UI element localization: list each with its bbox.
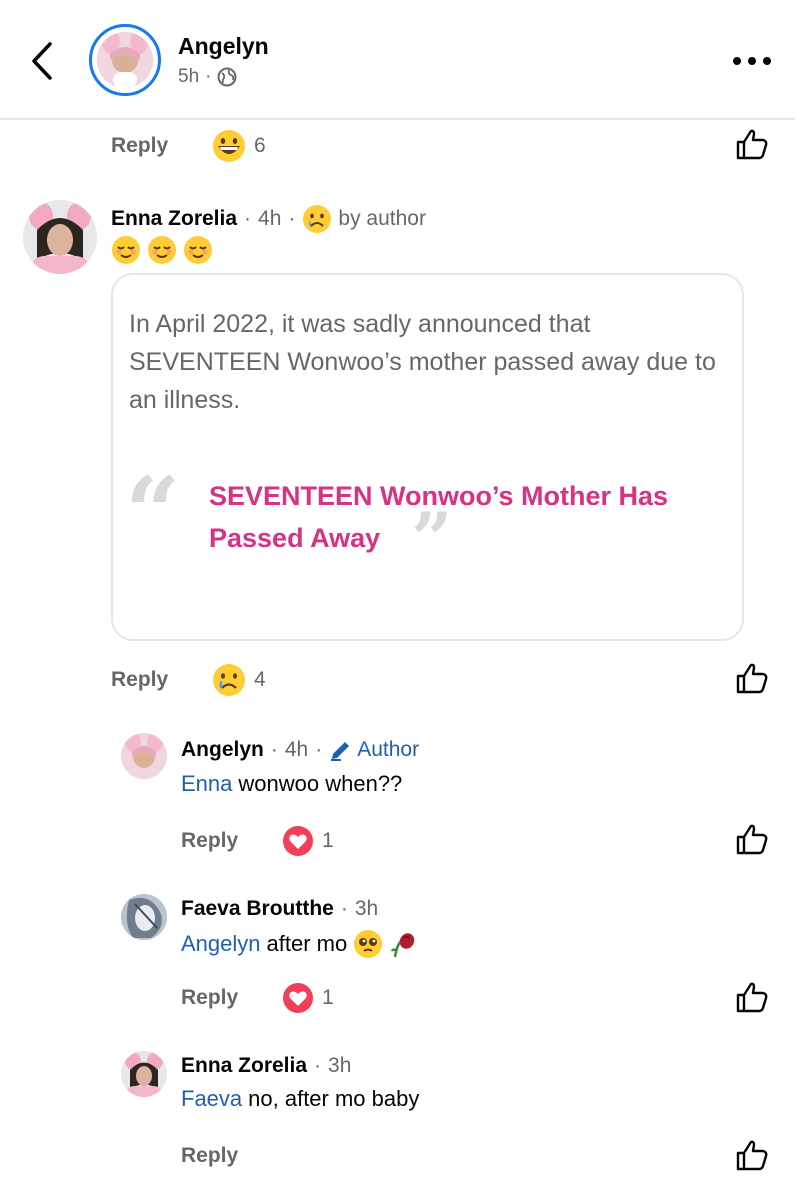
post-time: 5h bbox=[178, 66, 200, 87]
reply-button[interactable]: Reply bbox=[181, 1144, 238, 1168]
thumbs-up-icon bbox=[736, 1140, 768, 1171]
like-button[interactable] bbox=[735, 980, 769, 1014]
comment-time[interactable]: 3h bbox=[355, 897, 378, 921]
comment-header: Enna Zorelia · 3h bbox=[181, 1054, 352, 1078]
commenter-name[interactable]: Faeva Broutthe bbox=[181, 897, 334, 921]
post-meta: 5h · bbox=[178, 66, 237, 88]
reply-button[interactable]: Reply bbox=[111, 134, 168, 158]
mention-link[interactable]: Angelyn bbox=[181, 931, 261, 957]
commenter-name[interactable]: Angelyn bbox=[181, 738, 264, 762]
wilted-rose-icon bbox=[391, 933, 415, 958]
link-title: SEVENTEEN Wonwoo’s Mother Has Passed Awa… bbox=[209, 481, 669, 553]
like-button[interactable] bbox=[735, 822, 769, 856]
thumbs-up-icon bbox=[736, 129, 768, 160]
commenter-avatar[interactable] bbox=[23, 200, 97, 274]
commenter-avatar[interactable] bbox=[121, 894, 167, 940]
sad-face-icon bbox=[303, 205, 332, 233]
close-quote-icon: ” bbox=[411, 496, 453, 581]
open-quote-icon: “ bbox=[125, 456, 181, 569]
comment-text: Faeva no, after mo baby bbox=[181, 1086, 419, 1112]
grin-emoji-icon bbox=[213, 130, 245, 162]
reply-button[interactable]: Reply bbox=[181, 829, 238, 853]
reply-button[interactable]: Reply bbox=[111, 668, 168, 692]
reaction-count: 1 bbox=[322, 829, 334, 852]
like-button[interactable] bbox=[735, 127, 769, 161]
story-ring[interactable] bbox=[89, 24, 161, 96]
thumbs-up-icon bbox=[736, 824, 768, 855]
reply-button[interactable]: Reply bbox=[181, 986, 238, 1010]
reaction-summary[interactable]: 1 bbox=[282, 825, 334, 857]
comment-time[interactable]: 4h bbox=[285, 738, 308, 762]
reaction-summary[interactable]: 1 bbox=[282, 982, 334, 1014]
author-badge-label: Author bbox=[357, 738, 420, 761]
reaction-summary[interactable]: 6 bbox=[212, 129, 266, 163]
comment-header: Enna Zorelia · 4h · by author bbox=[111, 204, 426, 234]
relieved-emoji-icon bbox=[148, 236, 176, 264]
reaction-count: 6 bbox=[254, 134, 266, 157]
mention-link[interactable]: Enna bbox=[181, 771, 232, 797]
post-author-name[interactable]: Angelyn bbox=[178, 33, 269, 60]
meta-separator: · bbox=[205, 66, 212, 87]
comment-body: wonwoo when?? bbox=[238, 771, 403, 796]
relieved-emoji-icon bbox=[112, 236, 140, 264]
pleading-face-icon bbox=[354, 930, 383, 958]
author-badge: Author bbox=[329, 738, 419, 762]
thumbs-up-icon bbox=[736, 663, 768, 694]
love-reaction-icon bbox=[283, 826, 313, 856]
comment-body: no, after mo baby bbox=[248, 1086, 420, 1111]
reaction-summary[interactable]: 4 bbox=[212, 663, 266, 697]
commenter-name[interactable]: Enna Zorelia bbox=[111, 207, 237, 231]
comment-time[interactable]: 3h bbox=[328, 1054, 351, 1078]
comment-header: Angelyn · 4h · Author bbox=[181, 738, 420, 762]
comment-body: after mo bbox=[266, 931, 348, 956]
chevron-left-icon bbox=[32, 42, 52, 80]
link-description: In April 2022, it was sadly announced th… bbox=[129, 310, 716, 414]
mention-link[interactable]: Faeva bbox=[181, 1086, 242, 1112]
comment-text: Enna wonwoo when?? bbox=[181, 771, 402, 797]
link-preview-card[interactable]: In April 2022, it was sadly announced th… bbox=[111, 273, 744, 641]
commenter-name[interactable]: Enna Zorelia bbox=[181, 1054, 307, 1078]
post-header: Angelyn 5h · bbox=[0, 0, 795, 120]
thumbs-up-icon bbox=[736, 982, 768, 1013]
more-options-button[interactable] bbox=[733, 52, 771, 70]
globe-icon bbox=[217, 67, 237, 87]
reaction-count: 4 bbox=[254, 668, 266, 691]
avatar bbox=[97, 32, 153, 88]
commenter-avatar[interactable] bbox=[121, 1051, 167, 1097]
like-button[interactable] bbox=[735, 661, 769, 695]
like-button[interactable] bbox=[735, 1138, 769, 1172]
comment-time[interactable]: 4h bbox=[258, 207, 281, 231]
relieved-emoji-icon bbox=[184, 236, 212, 264]
pencil-icon bbox=[331, 742, 350, 761]
comment-text: Angelyn after mo bbox=[181, 929, 417, 959]
comment-header: Faeva Broutthe · 3h bbox=[181, 897, 379, 921]
back-button[interactable] bbox=[26, 38, 62, 84]
commenter-avatar[interactable] bbox=[121, 733, 167, 779]
sad-face-icon bbox=[213, 664, 245, 696]
reaction-count: 1 bbox=[322, 986, 334, 1009]
by-author-label: by author bbox=[338, 207, 426, 230]
comment-text bbox=[111, 235, 213, 265]
love-reaction-icon bbox=[283, 983, 313, 1013]
